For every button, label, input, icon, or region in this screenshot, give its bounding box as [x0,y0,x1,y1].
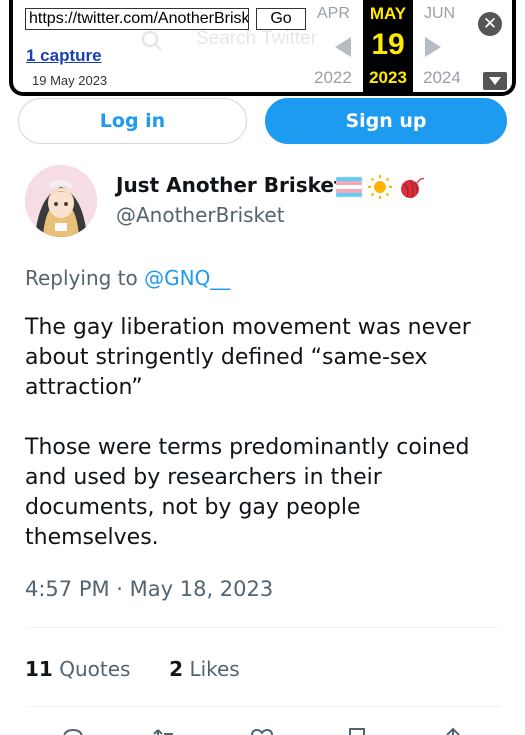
ghost-search-placeholder: Search Twitter [196,28,318,49]
name-emojis [335,172,428,200]
tweet-paragraph: Those were terms predominantly coined an… [25,435,470,550]
avatar[interactable] [25,165,97,237]
replying-to: Replying to @GNQ__ [25,266,230,290]
current-day: 19 [371,28,405,61]
wayback-url-input[interactable]: https://twitter.com/AnotherBrisket/statu… [25,8,249,30]
likes-stat[interactable]: 2 Likes [169,657,240,681]
next-capture-arrow-icon[interactable] [423,36,443,58]
chevron-down-icon[interactable] [483,72,507,90]
user-handle[interactable]: @AnotherBrisket [116,203,285,227]
wayback-go-button[interactable]: Go [256,8,306,30]
tweet-timestamp[interactable]: 4:57 PM · May 18, 2023 [25,577,273,601]
quotes-count: 11 [25,657,53,681]
bookmark-icon[interactable] [344,726,370,735]
reply-icon[interactable] [60,726,86,735]
prev-capture-arrow-icon[interactable] [333,36,353,58]
sun-icon [368,175,392,199]
prev-year-link[interactable]: 2022 [314,68,352,88]
captures-link[interactable]: 1 capture [26,46,102,66]
next-month-link[interactable]: JUN [424,5,455,23]
quotes-stat[interactable]: 11 Quotes [25,657,130,681]
current-year: 2023 [369,68,407,87]
like-icon[interactable] [249,726,275,735]
tweet-stats: 11 Quotes 2 Likes [25,657,240,681]
capture-date: 19 May 2023 [32,73,108,88]
likes-count: 2 [169,657,184,681]
prev-month-link[interactable]: APR [317,5,350,23]
tweet-paragraph: The gay liberation movement was never ab… [25,315,471,400]
wayback-toolbar: Search Twitter https://twitter.com/Anoth… [9,0,516,96]
current-month: MAY [369,4,407,23]
display-name[interactable]: Just Another Brisket [116,173,344,197]
trans-flag-icon [335,176,363,198]
sign-up-button[interactable]: Sign up [265,98,507,144]
log-in-button[interactable]: Log in [18,98,247,144]
close-icon[interactable]: ✕ [478,12,502,36]
current-capture-date: MAY 19 2023 [363,0,413,92]
share-icon[interactable] [440,726,466,735]
next-year-link[interactable]: 2024 [423,68,461,88]
retweet-icon[interactable] [152,726,178,735]
likes-label: Likes [189,657,240,681]
tweet-actions [0,722,525,735]
tweet-text: The gay liberation movement was never ab… [25,313,495,553]
search-icon [141,30,162,51]
quotes-label: Quotes [59,657,131,681]
replying-to-link[interactable]: @GNQ__ [144,266,230,290]
divider [25,627,500,628]
replying-to-label: Replying to [25,266,145,290]
yarn-ball-icon [401,177,425,199]
divider [25,706,500,707]
